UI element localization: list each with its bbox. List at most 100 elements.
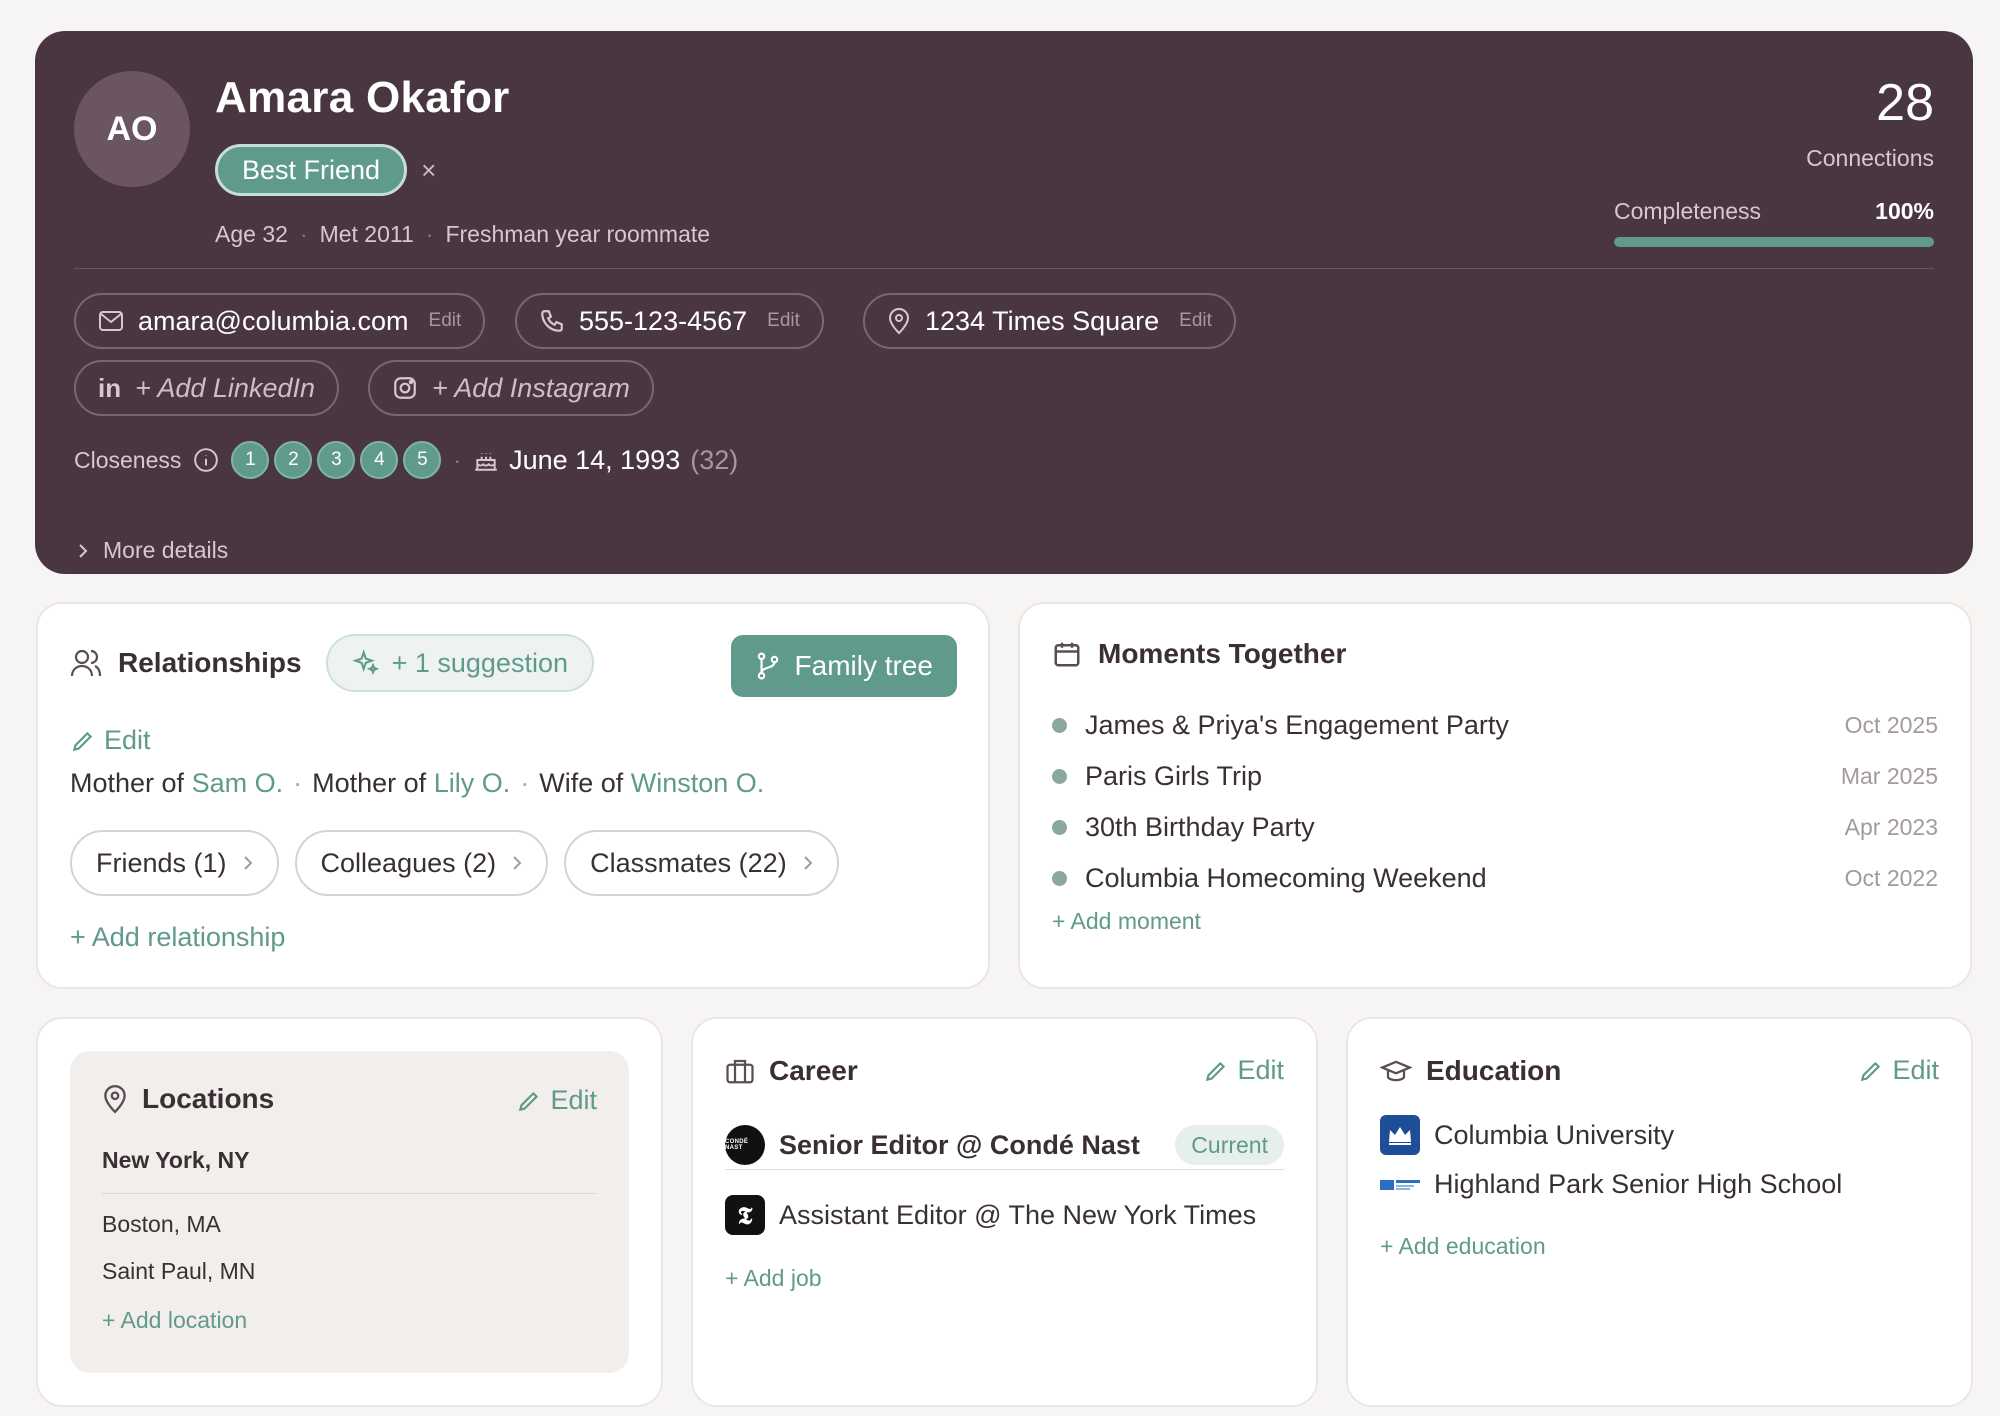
locations-panel: Locations Edit New York, NY Boston, MA S… [70, 1051, 629, 1373]
calendar-icon [1052, 639, 1082, 669]
job-item[interactable]: 𝕿 Assistant Editor @ The New York Times [725, 1185, 1256, 1245]
moment-date: Oct 2022 [1844, 865, 1938, 891]
education-header: Education [1380, 1055, 1561, 1087]
moment-item[interactable]: Columbia Homecoming Weekend Oct 2022 [1052, 853, 1938, 904]
relationships-title: Relationships [118, 647, 302, 678]
phone-pill[interactable]: 555-123-4567 Edit [515, 293, 824, 349]
email-pill[interactable]: amara@columbia.com Edit [74, 293, 486, 349]
add-linkedin-label: + Add LinkedIn [135, 372, 315, 403]
birthday-age: (32) [690, 444, 739, 475]
family-tree-button[interactable]: Family tree [730, 635, 957, 697]
closeness-level-5[interactable]: 5 [403, 441, 442, 479]
info-icon[interactable] [193, 447, 219, 473]
locations-header: Locations [102, 1083, 274, 1115]
closeness-row: Closeness 1 2 3 4 5 · June 14, 1993 (32) [74, 441, 738, 479]
moment-title: Paris Girls Trip [1085, 761, 1263, 791]
add-relationship-button[interactable]: + Add relationship [70, 922, 285, 953]
chevron-right-icon [512, 855, 522, 871]
add-moment-button[interactable]: + Add moment [1052, 908, 1201, 935]
remove-badge-icon[interactable]: × [421, 155, 443, 186]
edit-label: Edit [550, 1085, 597, 1115]
closeness-level-3[interactable]: 3 [317, 441, 356, 479]
pencil-icon [516, 1088, 542, 1114]
meta-separator: · [299, 221, 308, 247]
moment-item[interactable]: James & Priya's Engagement Party Oct 202… [1052, 700, 1938, 751]
profile-stats: 28 Connections Completeness 100% [1614, 77, 1934, 247]
avatar[interactable]: AO [74, 71, 190, 187]
add-education-button[interactable]: + Add education [1380, 1233, 1546, 1260]
closeness-level-4[interactable]: 4 [360, 441, 399, 479]
family-link: Mother of Lily O. [312, 768, 511, 798]
group-classmates[interactable]: Classmates (22) [564, 830, 839, 896]
bullet [1052, 871, 1067, 886]
school-item[interactable]: Columbia University [1380, 1115, 1674, 1155]
birthday[interactable]: June 14, 1993 (32) [473, 445, 738, 476]
moment-date: Mar 2025 [1840, 763, 1938, 789]
closeness-level-1[interactable]: 1 [231, 441, 270, 479]
nyt-logo: 𝕿 [725, 1195, 765, 1235]
map-pin-icon [887, 307, 911, 335]
career-header: Career [725, 1055, 858, 1087]
school-name: Highland Park Senior High School [1434, 1169, 1843, 1199]
group-colleagues[interactable]: Colleagues (2) [294, 830, 549, 896]
graduation-cap-icon [1380, 1057, 1412, 1085]
family-member-link[interactable]: Winston O. [631, 768, 765, 798]
badge-row: Best Friend × [215, 144, 443, 196]
edit-relationships-button[interactable]: Edit [70, 725, 151, 756]
completeness-bar-fill [1614, 237, 1934, 247]
pencil-icon [1203, 1058, 1229, 1084]
relationship-groups: Friends (1) Colleagues (2) Classmates (2… [70, 830, 839, 896]
address-value: 1234 Times Square [925, 305, 1160, 336]
conde-nast-logo: CONDÉ NAST [725, 1125, 765, 1165]
relationships-header: Relationships + 1 suggestion [70, 634, 594, 692]
moment-item[interactable]: Paris Girls Trip Mar 2025 [1052, 751, 1938, 802]
location-item[interactable]: Saint Paul, MN [102, 1258, 255, 1285]
bullet [1052, 820, 1067, 835]
profile-header: AO Amara Okafor Best Friend × Age 32 · M… [35, 31, 1973, 574]
moments-card: Moments Together James & Priya's Engagem… [1018, 602, 1972, 989]
linkedin-icon: in [98, 372, 122, 403]
job-item-current[interactable]: CONDÉ NAST Senior Editor @ Condé Nast Cu… [725, 1115, 1284, 1175]
connections-count: 28 [1876, 74, 1934, 132]
add-instagram-button[interactable]: + Add Instagram [368, 360, 654, 416]
edit-career-button[interactable]: Edit [1203, 1055, 1284, 1086]
moment-title: James & Priya's Engagement Party [1085, 710, 1509, 740]
closeness-label: Closeness [74, 446, 182, 473]
edit-email-button[interactable]: Edit [429, 310, 462, 332]
add-job-button[interactable]: + Add job [725, 1265, 822, 1292]
connections-label: Connections [1806, 145, 1934, 171]
completeness-label: Completeness [1614, 198, 1762, 224]
locations-card: Locations Edit New York, NY Boston, MA S… [36, 1017, 663, 1407]
moments-title: Moments Together [1098, 638, 1347, 669]
edit-phone-button[interactable]: Edit [767, 310, 800, 332]
edit-education-button[interactable]: Edit [1858, 1055, 1939, 1086]
more-details-toggle[interactable]: More details [77, 537, 228, 564]
location-item[interactable]: Boston, MA [102, 1211, 221, 1238]
education-title: Education [1426, 1055, 1562, 1086]
suggestion-button[interactable]: + 1 suggestion [325, 634, 594, 692]
closeness-level-2[interactable]: 2 [274, 441, 313, 479]
git-branch-icon [755, 652, 781, 680]
school-item[interactable]: Highland Park Senior High School [1380, 1169, 1842, 1200]
separator: · [293, 768, 303, 798]
relationship-badge[interactable]: Best Friend [215, 144, 408, 196]
job-title: Senior Editor @ Condé Nast [779, 1129, 1140, 1160]
family-member-link[interactable]: Sam O. [192, 768, 284, 798]
edit-locations-button[interactable]: Edit [516, 1085, 597, 1116]
add-location-button[interactable]: + Add location [102, 1307, 247, 1334]
address-pill[interactable]: 1234 Times Square Edit [863, 293, 1236, 349]
family-member-link[interactable]: Lily O. [434, 768, 511, 798]
group-friends[interactable]: Friends (1) [70, 830, 279, 896]
primary-location[interactable]: New York, NY [102, 1147, 249, 1174]
contact-name[interactable]: Amara Okafor [215, 73, 510, 123]
edit-address-button[interactable]: Edit [1179, 310, 1212, 332]
edit-label: Edit [1237, 1055, 1284, 1085]
current-badge: Current [1175, 1125, 1284, 1165]
add-linkedin-button[interactable]: in + Add LinkedIn [74, 360, 339, 416]
pencil-icon [1858, 1058, 1884, 1084]
moment-item[interactable]: 30th Birthday Party Apr 2023 [1052, 802, 1938, 853]
closeness-selector: 1 2 3 4 5 [231, 441, 442, 479]
moment-date: Apr 2023 [1844, 814, 1938, 840]
pencil-icon [70, 728, 96, 754]
group-label: Friends (1) [96, 847, 227, 878]
